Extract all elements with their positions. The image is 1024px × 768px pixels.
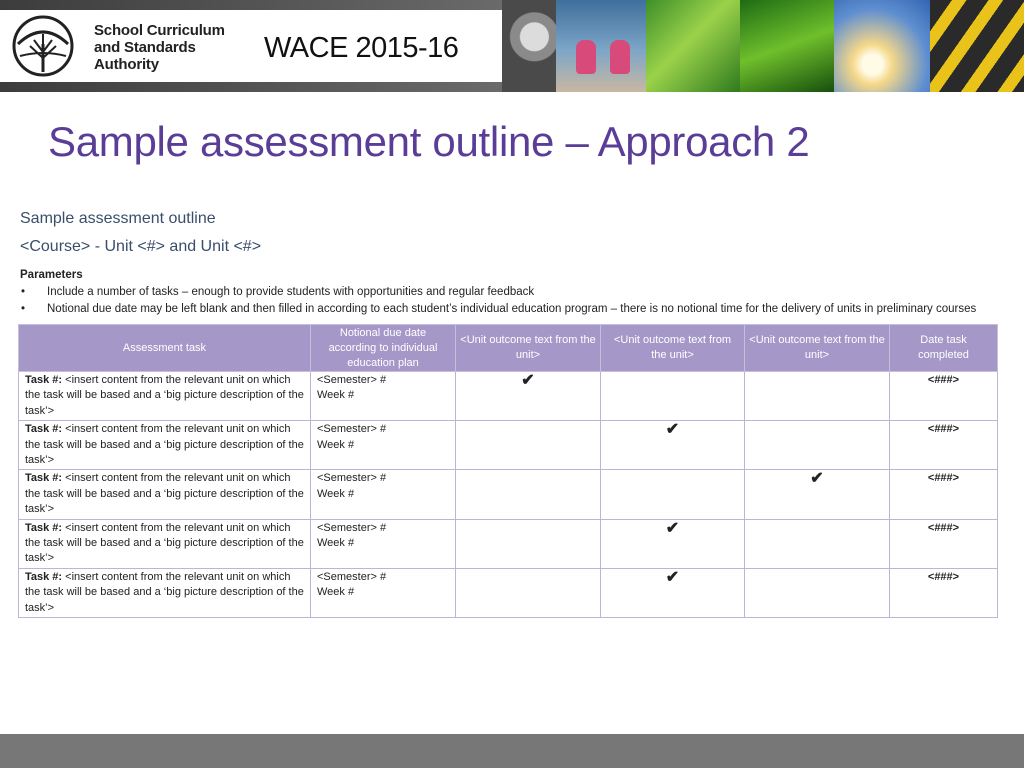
week-text: Week # [317, 389, 355, 402]
banner-photo-leaf [646, 0, 740, 92]
column-header: Notional due date according to individua… [310, 324, 456, 372]
week-text: Week # [317, 487, 355, 500]
header-banner: School Curriculum and Standards Authorit… [0, 0, 1024, 92]
bullet-icon: • [21, 303, 26, 315]
task-description: <insert content from the relevant unit o… [25, 423, 304, 467]
semester-text: <Semester> # [317, 472, 387, 485]
table-row: Task #: <insert content from the relevan… [18, 420, 998, 471]
bullet-text: Include a number of tasks – enough to pr… [47, 286, 535, 298]
semester-text: <Semester> # [317, 374, 387, 386]
checkmark-icon: ✔ [665, 568, 680, 586]
week-text: Week # [317, 438, 355, 451]
table-header-row: Assessment task Notional due date accord… [18, 324, 998, 372]
table-row: Task #: <insert content from the relevan… [18, 567, 998, 619]
wace-label: WACE 2015-16 [264, 32, 459, 64]
outcome-cell [600, 469, 745, 520]
list-item: • Include a number of tasks – enough to … [18, 284, 998, 301]
task-description: <insert content from the relevant unit o… [25, 521, 304, 565]
outcome-cell [455, 420, 601, 471]
assessment-task-cell: Task #: <insert content from the relevan… [18, 370, 311, 422]
table-row: Task #: <insert content from the relevan… [18, 370, 998, 422]
assessment-task-cell: Task #: <insert content from the relevan… [18, 567, 311, 619]
footer-bar [0, 734, 1024, 768]
task-label: Task #: [25, 472, 63, 485]
checkmark-icon: ✔ [521, 372, 535, 389]
checkmark-icon: ✔ [810, 470, 824, 488]
org-name-line: School Curriculum [94, 22, 225, 39]
task-description: <insert content from the relevant unit o… [25, 570, 304, 614]
task-label: Task #: [25, 374, 63, 386]
task-description: <insert content from the relevant unit o… [25, 472, 304, 516]
outcome-cell: ✔ [600, 518, 745, 569]
date-completed-cell: <###> [889, 518, 998, 569]
task-label: Task #: [25, 570, 63, 583]
due-date-cell: <Semester> # Week # [310, 567, 456, 619]
banner-photo-shoes [556, 0, 646, 92]
date-completed-cell: <###> [889, 567, 998, 619]
semester-text: <Semester> # [317, 423, 387, 436]
bullet-text: Notional due date may be left blank and … [47, 303, 977, 315]
column-header: <Unit outcome text from the unit> [600, 324, 745, 372]
banner-photo-sky [834, 0, 930, 92]
outcome-cell [744, 370, 890, 422]
checkmark-icon: ✔ [665, 421, 680, 439]
tree-logo-icon [12, 15, 74, 77]
outcome-cell [455, 518, 601, 569]
date-completed-cell: <###> [889, 420, 998, 471]
task-label: Task #: [25, 521, 63, 534]
parameters-heading: Parameters [20, 269, 83, 281]
column-header: <Unit outcome text from the unit> [744, 324, 890, 372]
shoe-shape [576, 40, 596, 74]
task-label: Task #: [25, 423, 63, 436]
semester-text: <Semester> # [317, 570, 387, 583]
slide-title: Sample assessment outline – Approach 2 [48, 118, 810, 165]
outcome-cell [455, 567, 601, 619]
document-title: Sample assessment outline [20, 210, 216, 227]
due-date-cell: <Semester> # Week # [310, 420, 456, 471]
table-row: Task #: <insert content from the relevan… [18, 518, 998, 569]
week-text: Week # [317, 537, 355, 550]
org-name: School Curriculum and Standards Authorit… [94, 22, 225, 73]
shoe-shape [610, 40, 630, 74]
due-date-cell: <Semester> # Week # [310, 518, 456, 569]
org-name-line: Authority [94, 56, 159, 73]
task-description: <insert content from the relevant unit o… [25, 374, 304, 417]
outcome-cell [600, 370, 745, 422]
outcome-cell: ✔ [744, 469, 890, 520]
date-completed-cell: <###> [889, 370, 998, 422]
list-item: • Notional due date may be left blank an… [18, 301, 998, 318]
week-text: Week # [317, 586, 355, 599]
assessment-task-cell: Task #: <insert content from the relevan… [18, 420, 311, 471]
parameters-list: • Include a number of tasks – enough to … [18, 284, 998, 318]
column-header: Assessment task [18, 324, 311, 372]
outcome-cell [455, 469, 601, 520]
outcome-cell: ✔ [600, 567, 745, 619]
assessment-table: Assessment task Notional due date accord… [18, 324, 998, 619]
table-row: Task #: <insert content from the relevan… [18, 469, 998, 520]
assessment-task-cell: Task #: <insert content from the relevan… [18, 469, 311, 520]
column-header: Date task completed [889, 324, 998, 372]
outcome-cell: ✔ [455, 370, 601, 422]
outcome-cell [744, 518, 890, 569]
outcome-cell [744, 567, 890, 619]
outcome-cell: ✔ [600, 420, 745, 471]
banner-photo-disc [502, 0, 556, 92]
column-header: <Unit outcome text from the unit> [455, 324, 601, 372]
due-date-cell: <Semester> # Week # [310, 370, 456, 422]
semester-text: <Semester> # [317, 521, 387, 534]
assessment-task-cell: Task #: <insert content from the relevan… [18, 518, 311, 569]
checkmark-icon: ✔ [665, 519, 680, 537]
document-subtitle: <Course> - Unit <#> and Unit <#> [20, 238, 262, 255]
banner-photo-road [930, 0, 1024, 92]
banner-photo-leaf [740, 0, 834, 92]
due-date-cell: <Semester> # Week # [310, 469, 456, 520]
outcome-cell [744, 420, 890, 471]
logo-panel: School Curriculum and Standards Authorit… [0, 10, 502, 82]
date-completed-cell: <###> [889, 469, 998, 520]
bullet-icon: • [21, 286, 26, 298]
org-name-line: and Standards [94, 39, 196, 56]
assessment-outline-document: Sample assessment outline <Course> - Uni… [18, 210, 998, 619]
